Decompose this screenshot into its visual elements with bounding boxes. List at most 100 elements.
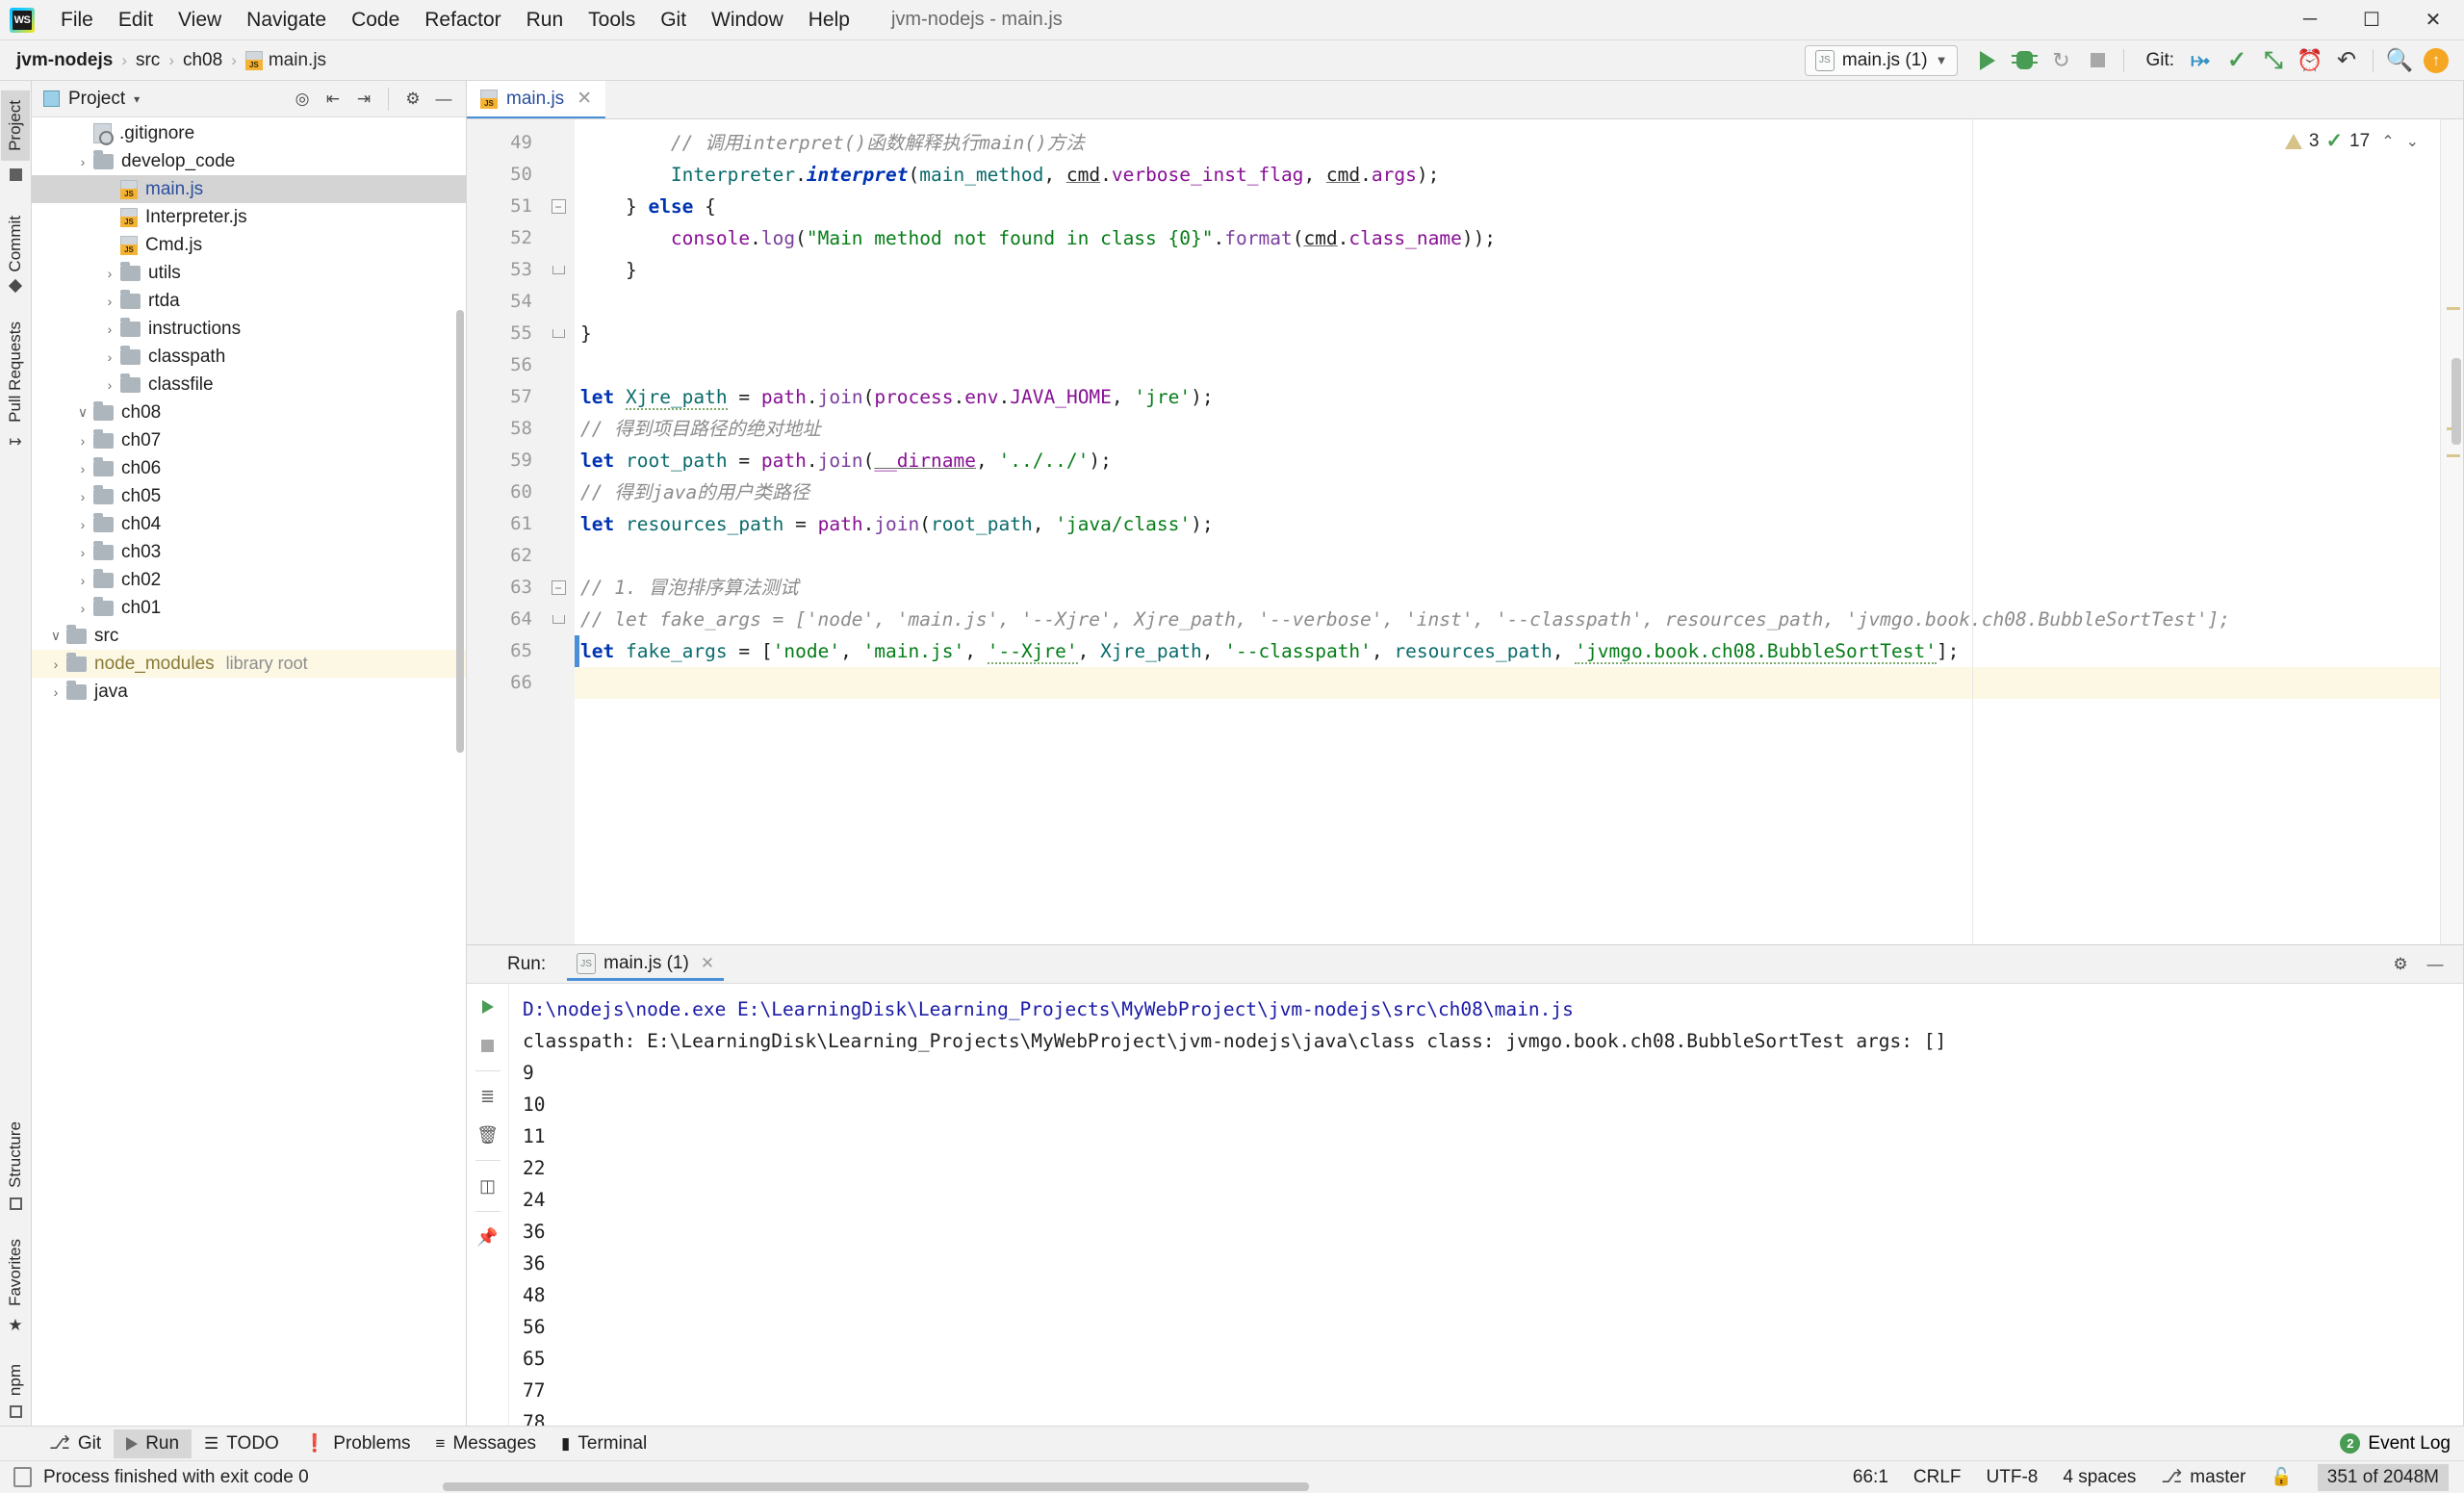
maximize-icon[interactable]: ☐ xyxy=(2341,0,2402,39)
tree-node[interactable]: ›ch02 xyxy=(32,566,466,594)
chevron-down-icon[interactable]: ∨ xyxy=(45,628,66,644)
menu-view[interactable]: View xyxy=(166,5,234,36)
code-line[interactable]: // 得到项目路径的绝对地址 xyxy=(575,413,2463,445)
code-line[interactable]: console.log("Main method not found in cl… xyxy=(575,222,2463,254)
code-line[interactable]: // 调用interpret()函数解释执行main()方法 xyxy=(575,127,2463,159)
menu-run[interactable]: Run xyxy=(514,5,577,36)
tree-node[interactable]: ›rtda xyxy=(32,287,466,315)
fold-marker[interactable]: − xyxy=(542,572,575,604)
sidebar-item-favorites[interactable]: Favorites xyxy=(1,1229,30,1316)
code-content[interactable]: // 调用interpret()函数解释执行main()方法 Interpret… xyxy=(575,119,2463,944)
expand-all-icon[interactable]: ⇤ xyxy=(319,86,347,113)
menu-file[interactable]: File xyxy=(48,5,106,36)
btab-todo[interactable]: ☰ TODO xyxy=(192,1429,292,1458)
tree-node[interactable]: ›ch01 xyxy=(32,594,466,622)
sidebar-item-structure[interactable]: Structure xyxy=(1,1112,30,1197)
commit-button[interactable]: ✓ xyxy=(2219,44,2255,77)
code-line[interactable]: Interpreter.interpret(main_method, cmd.v… xyxy=(575,159,2463,191)
notifications-button[interactable]: ↑ xyxy=(2418,44,2454,77)
chevron-right-icon[interactable]: › xyxy=(72,573,93,588)
collapse-fold-icon[interactable]: − xyxy=(552,580,566,595)
menu-code[interactable]: Code xyxy=(339,5,412,36)
run-configuration-selector[interactable]: main.js (1) ▼ xyxy=(1805,45,1959,76)
file-encoding[interactable]: UTF-8 xyxy=(1987,1467,2039,1488)
code-line[interactable]: let Xjre_path = path.join(process.env.JA… xyxy=(575,381,2463,413)
editor-scrollbar-thumb[interactable] xyxy=(2451,358,2461,445)
update-project-button[interactable]: ⤠ xyxy=(2182,44,2219,77)
collapse-all-icon[interactable]: ⇥ xyxy=(349,86,378,113)
push-button[interactable]: ⤡ xyxy=(2255,44,2292,77)
tree-node[interactable]: ›ch03 xyxy=(32,538,466,566)
chevron-right-icon[interactable]: › xyxy=(72,517,93,532)
tree-node[interactable]: ›ch04 xyxy=(32,510,466,538)
breadcrumb-project[interactable]: jvm-nodejs xyxy=(13,48,116,73)
run-tab-mainjs[interactable]: main.js (1) ✕ xyxy=(567,947,724,981)
code-line[interactable]: let root_path = path.join(__dirname, '..… xyxy=(575,445,2463,476)
chevron-right-icon[interactable]: › xyxy=(99,377,120,393)
hide-panel-icon[interactable]: — xyxy=(2421,951,2450,978)
code-line[interactable] xyxy=(575,286,2463,318)
tree-node[interactable]: ›ch07 xyxy=(32,426,466,454)
close-icon[interactable]: ✕ xyxy=(2402,0,2464,39)
code-line[interactable]: // let fake_args = ['node', 'main.js', '… xyxy=(575,604,2463,635)
git-branch-widget[interactable]: ⎇ master xyxy=(2161,1466,2246,1488)
fold-marker[interactable]: − xyxy=(542,191,575,222)
tree-node[interactable]: .gitignore xyxy=(32,119,466,147)
sidebar-item-pull-requests[interactable]: Pull Requests xyxy=(1,312,30,432)
chevron-right-icon[interactable]: › xyxy=(72,601,93,616)
code-folding-gutter[interactable]: −− xyxy=(542,119,575,944)
code-line-current[interactable]: let fake_args = ['node', 'main.js', '--X… xyxy=(575,635,2463,667)
chevron-right-icon[interactable]: › xyxy=(99,294,120,309)
run-button[interactable] xyxy=(1969,44,2006,77)
gear-icon[interactable]: ⚙ xyxy=(398,86,427,113)
btab-git[interactable]: ⎇ Git xyxy=(37,1429,114,1458)
search-everywhere-button[interactable]: 🔍 xyxy=(2381,44,2418,77)
tree-node[interactable]: Interpreter.js xyxy=(32,203,466,231)
code-line[interactable]: // 1. 冒泡排序算法测试 xyxy=(575,572,2463,604)
collapse-fold-icon[interactable]: − xyxy=(552,199,566,214)
console-output[interactable]: D:\nodejs\node.exe E:\LearningDisk\Learn… xyxy=(509,984,2463,1426)
minimize-icon[interactable]: ─ xyxy=(2279,0,2341,39)
close-tab-icon[interactable]: ✕ xyxy=(577,88,592,110)
trash-icon[interactable]: 🗑 xyxy=(474,1121,502,1148)
rerun-icon[interactable] xyxy=(474,993,502,1020)
rollback-button[interactable]: ↶ xyxy=(2328,44,2365,77)
fold-end-icon[interactable] xyxy=(552,615,565,624)
chevron-down-icon[interactable]: ∨ xyxy=(72,404,93,421)
btab-messages[interactable]: ≡ Messages xyxy=(424,1429,550,1458)
menu-window[interactable]: Window xyxy=(699,5,796,36)
tree-node[interactable]: ›develop_code xyxy=(32,147,466,175)
project-tree[interactable]: .gitignore›develop_code main.js Interpre… xyxy=(32,117,466,1426)
fold-marker[interactable] xyxy=(542,254,575,286)
pin-icon[interactable]: 📌 xyxy=(474,1223,502,1250)
line-separator[interactable]: CRLF xyxy=(1913,1467,1962,1488)
menu-edit[interactable]: Edit xyxy=(106,5,166,36)
menu-tools[interactable]: Tools xyxy=(576,5,648,36)
btab-run[interactable]: Run xyxy=(114,1429,192,1458)
code-line[interactable]: // 得到java的用户类路径 xyxy=(575,476,2463,508)
lock-icon[interactable]: 🔓 xyxy=(2271,1467,2292,1487)
fold-end-icon[interactable] xyxy=(552,266,565,274)
menu-help[interactable]: Help xyxy=(796,5,862,36)
print-icon[interactable]: ◫ xyxy=(474,1172,502,1199)
tab-mainjs[interactable]: main.js ✕ xyxy=(467,81,605,118)
fold-marker[interactable] xyxy=(542,318,575,349)
inspection-widget[interactable]: 3 ✓ 17 ⌃ ⌄ xyxy=(2285,129,2419,153)
sidebar-item-commit[interactable]: Commit xyxy=(1,206,30,282)
btab-terminal[interactable]: ▮ Terminal xyxy=(549,1429,659,1458)
scroll-to-end-icon[interactable]: ≣ xyxy=(474,1083,502,1110)
tree-node[interactable]: ›ch05 xyxy=(32,482,466,510)
menu-navigate[interactable]: Navigate xyxy=(234,5,339,36)
event-log-button[interactable]: 2 Event Log xyxy=(2340,1433,2464,1454)
code-line[interactable]: } xyxy=(575,254,2463,286)
tree-node[interactable]: ›classpath xyxy=(32,343,466,371)
chevron-right-icon[interactable]: › xyxy=(72,461,93,476)
fold-marker[interactable] xyxy=(542,604,575,635)
chevron-right-icon[interactable]: › xyxy=(72,433,93,449)
code-line[interactable] xyxy=(575,667,2463,699)
chevron-right-icon[interactable]: › xyxy=(45,656,66,672)
indent-setting[interactable]: 4 spaces xyxy=(2063,1467,2136,1488)
code-line[interactable]: } else { xyxy=(575,191,2463,222)
tree-node[interactable]: ∨ch08 xyxy=(32,399,466,426)
sidebar-item-npm[interactable]: npm xyxy=(1,1354,30,1405)
